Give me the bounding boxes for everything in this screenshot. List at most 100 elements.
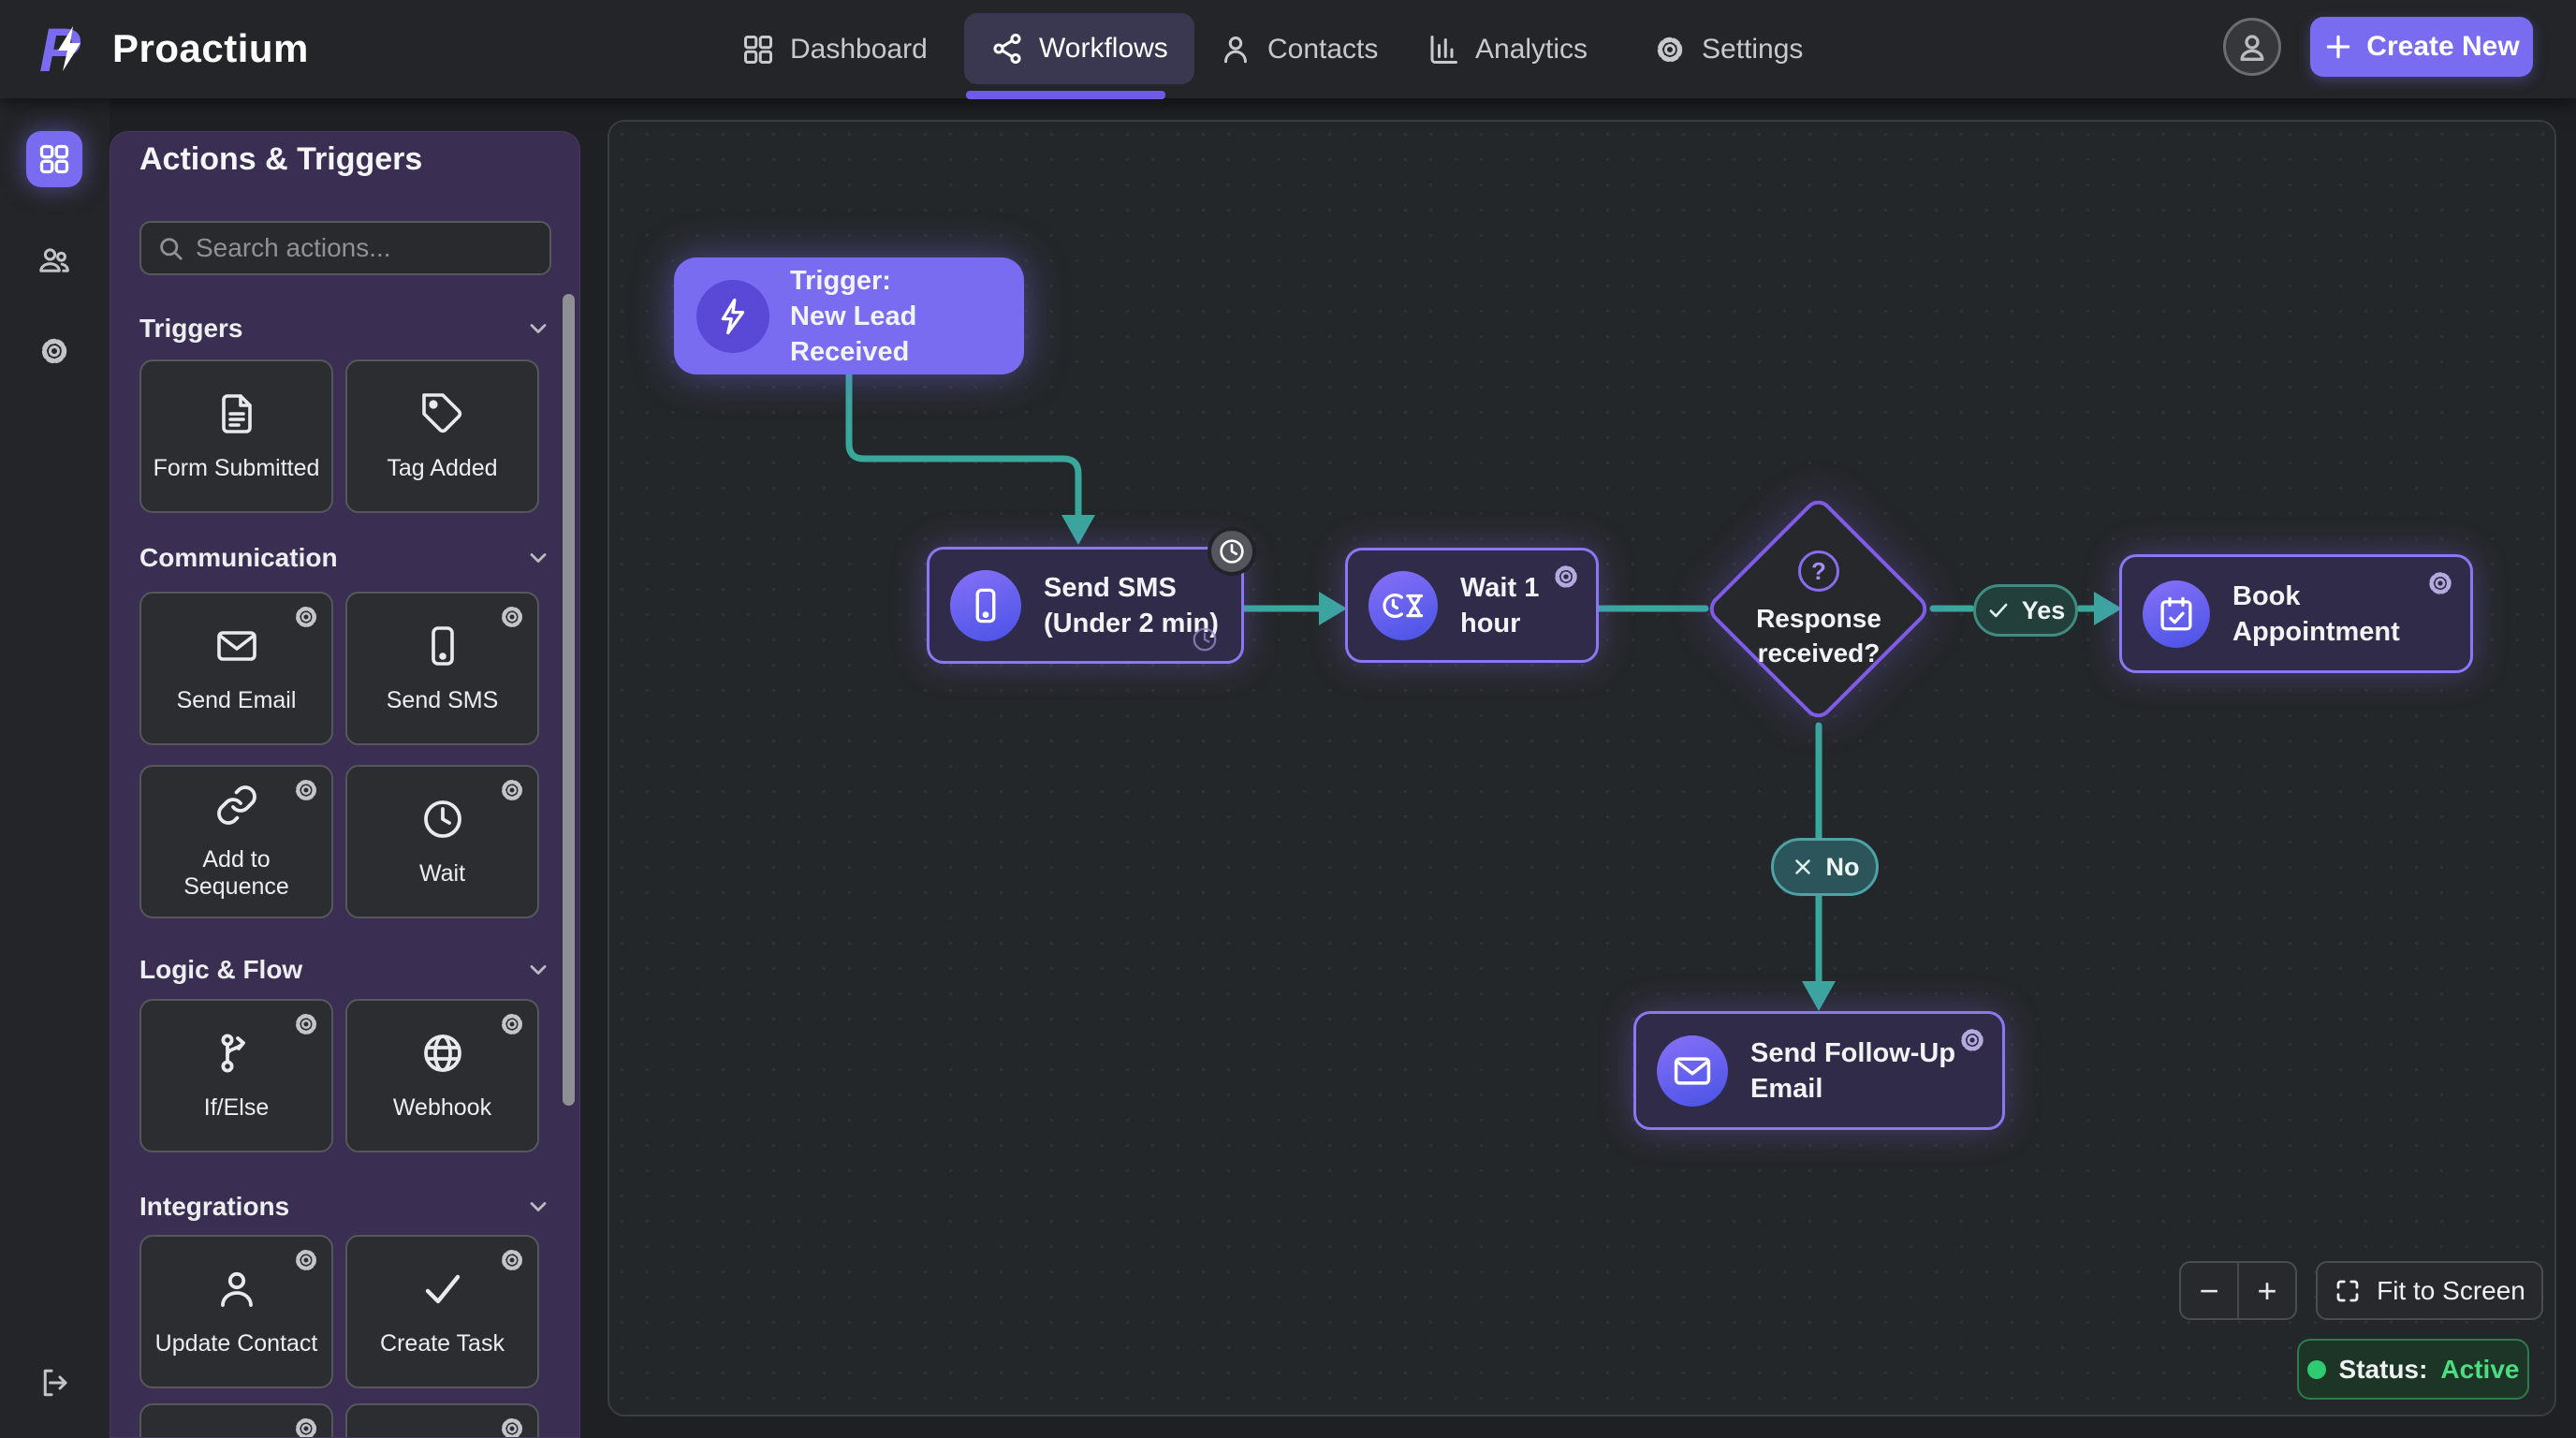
brand-name: Proactium [112,26,309,71]
node-send-follow-up-email[interactable]: Send Follow-Up Email [1633,1011,2005,1130]
fit-to-screen-button[interactable]: Fit to Screen [2316,1261,2543,1320]
section-header-integrations[interactable]: Integrations [139,1188,551,1225]
lightning-icon [696,280,769,353]
node-send-sms[interactable]: Send SMS (Under 2 min) [927,547,1244,664]
nav-item-dashboard[interactable]: Dashboard [741,0,928,98]
user-avatar[interactable] [2223,18,2281,76]
node-trigger-new-lead[interactable]: Trigger: New Lead Received [674,257,1024,374]
brand-logo[interactable]: P Proactium [37,13,309,84]
section-label: Logic & Flow [139,955,302,985]
nav-label: Settings [1702,34,1803,66]
nav-item-settings[interactable]: Settings [1653,0,1803,98]
edge-label-yes[interactable]: Yes [1973,584,2078,637]
action-card-form-submitted[interactable]: Form Submitted [139,360,333,513]
section-label: Triggers [139,314,242,344]
panel-scrollbar-thumb[interactable] [563,294,575,1106]
search-actions-box [139,221,551,275]
gear-icon[interactable] [1551,562,1581,592]
action-card-update-contact[interactable]: Update Contact [139,1235,333,1388]
gear-icon[interactable] [498,1415,526,1438]
node-label-line1: Send SMS [1044,570,1219,606]
action-card-add-to-sequence[interactable]: Add to Sequence [139,765,333,918]
chevron-down-icon [525,1194,551,1220]
rail-item-settings[interactable] [26,323,82,379]
file-icon [214,391,259,436]
actions-triggers-panel: Actions & Triggers Triggers Form Submitt… [110,131,580,1438]
node-wait-1-hour[interactable]: Wait 1 hour [1345,548,1599,663]
action-card-if-else[interactable]: If/Else [139,999,333,1152]
arrowhead-down-followup [1802,981,1836,1011]
status-label: Status: [2339,1355,2428,1385]
gear-icon[interactable] [292,1415,320,1438]
action-card-webhook[interactable]: Webhook [345,999,539,1152]
chevron-down-icon [525,315,551,342]
action-card-send-email[interactable]: Send Email [139,592,333,745]
mail-icon [1657,1035,1728,1107]
check-icon [420,1267,465,1312]
rail-item-contacts[interactable] [26,232,82,288]
gear-icon[interactable] [292,603,320,631]
grid-icon [741,33,775,66]
node-label-line1: Trigger: [790,263,1002,299]
action-card-label: Create Task [374,1330,510,1357]
zoom-out-button[interactable]: − [2181,1263,2239,1318]
arrowhead-down-sms [1061,515,1095,545]
gear-icon[interactable] [292,1246,320,1274]
calendar-check-icon [2143,580,2210,648]
arrowhead-right-wait [1319,592,1347,625]
person-icon [1219,33,1252,66]
left-icon-rail [0,98,110,1438]
node-book-appointment[interactable]: Book Appointment [2119,554,2473,673]
bar-chart-icon [1427,33,1460,66]
action-card-send-sms[interactable]: Send SMS [345,592,539,745]
person-icon [214,1267,259,1312]
grid-icon [37,142,71,176]
nav-item-workflows[interactable]: Workflows [964,13,1194,84]
rail-item-dashboard[interactable] [26,131,82,187]
search-actions-input[interactable] [196,233,534,263]
action-card-tag-added[interactable]: Tag Added [345,360,539,513]
gear-icon[interactable] [292,776,320,804]
create-new-button[interactable]: Create New [2310,17,2533,77]
gear-icon[interactable] [1957,1025,1987,1055]
action-card-wait[interactable]: Wait [345,765,539,918]
fullscreen-icon [2334,1277,2362,1305]
create-new-label: Create New [2366,31,2519,63]
action-card-partial[interactable] [139,1403,333,1438]
arrowhead-right-book [2094,592,2122,625]
yes-label: Yes [2022,596,2066,625]
smartphone-icon [420,624,465,668]
nav-item-contacts[interactable]: Contacts [1219,0,1378,98]
node-label-line2: New Lead Received [790,299,1002,370]
action-card-label: Webhook [388,1094,497,1122]
gear-icon[interactable] [498,1246,526,1274]
gear-icon[interactable] [292,1010,320,1038]
action-card-create-task[interactable]: Create Task [345,1235,539,1388]
fit-to-screen-label: Fit to Screen [2377,1276,2525,1306]
gear-icon[interactable] [498,776,526,804]
node-decision-response-received[interactable] [1704,494,1933,724]
gear-icon [1653,33,1687,66]
check-icon [1986,598,2011,623]
node-label: Send Follow-Up Email [1750,1035,1982,1107]
nav-label: Analytics [1475,34,1588,66]
section-header-logic-flow[interactable]: Logic & Flow [139,951,551,989]
gear-icon[interactable] [2425,568,2455,598]
rail-item-logout[interactable] [26,1355,82,1411]
workflow-canvas[interactable]: Trigger: New Lead Received Send SMS (Und… [607,120,2556,1416]
zoom-in-button[interactable]: + [2239,1263,2295,1318]
timing-badge-clock-icon [1208,527,1256,576]
globe-icon [420,1031,465,1076]
section-header-triggers[interactable]: Triggers [139,310,551,347]
action-card-label: Form Submitted [148,455,326,482]
top-nav: P Proactium Dashboard Workflows Contacts… [0,0,2576,98]
section-header-communication[interactable]: Communication [139,539,551,577]
edge-trigger-to-sms [849,372,1078,517]
gear-icon[interactable] [498,603,526,631]
workflow-status-pill[interactable]: Status: Active [2297,1339,2529,1400]
gear-icon[interactable] [498,1010,526,1038]
action-card-partial[interactable] [345,1403,539,1438]
gear-icon [37,334,71,368]
edge-label-no[interactable]: No [1771,838,1879,896]
nav-item-analytics[interactable]: Analytics [1427,0,1588,98]
